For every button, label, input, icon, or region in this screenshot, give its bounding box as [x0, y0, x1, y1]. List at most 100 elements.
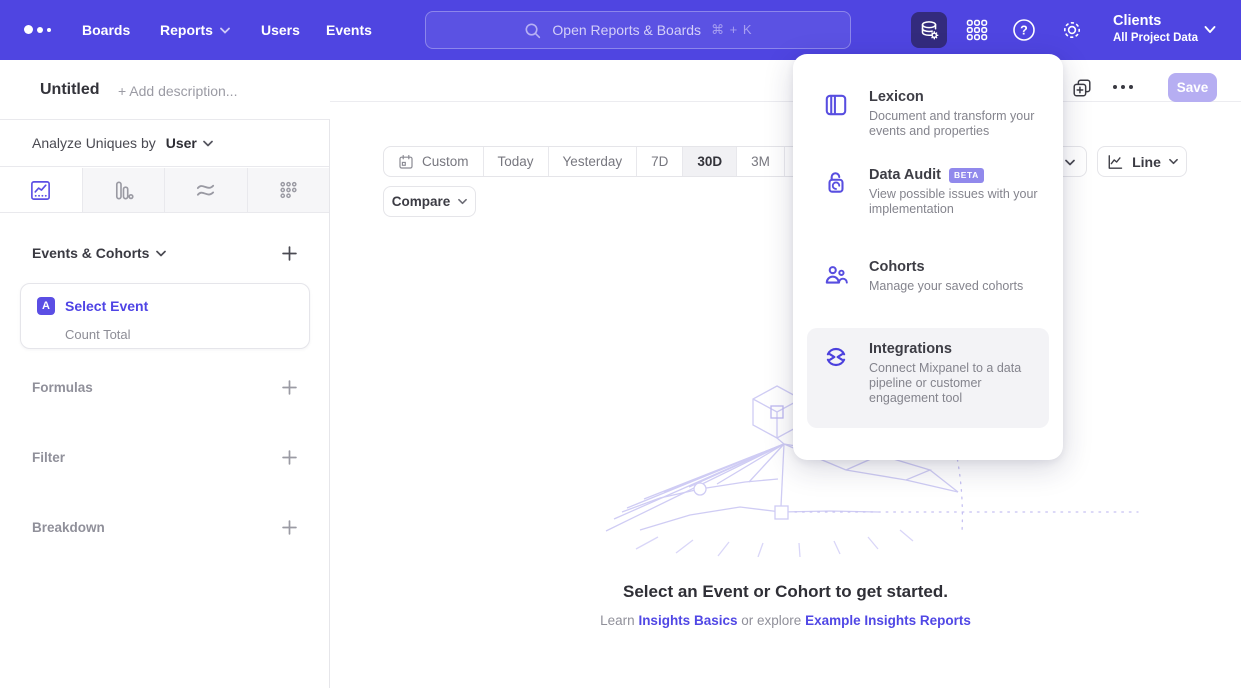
plus-icon — [282, 520, 297, 535]
menu-item-lexicon[interactable]: Lexicon Document and transform your even… — [807, 76, 1049, 154]
range-7d[interactable]: 7D — [637, 147, 683, 176]
nav-users[interactable]: Users — [261, 0, 300, 60]
tab-metric-grid[interactable] — [247, 168, 330, 212]
chevron-down-icon — [156, 250, 166, 257]
report-title[interactable]: Untitled — [40, 81, 100, 99]
help-button[interactable]: ? — [1006, 12, 1042, 48]
report-description-placeholder[interactable]: + Add description... — [118, 83, 237, 99]
tab-insights-line[interactable] — [0, 168, 82, 212]
date-range-control: Custom Today Yesterday 7D 30D 3M 6M — [383, 146, 833, 177]
bar-chart-icon — [112, 179, 135, 202]
project-name: Clients — [1113, 13, 1198, 29]
chevron-down-icon — [220, 27, 230, 34]
add-formula-button[interactable] — [280, 378, 298, 396]
event-card[interactable]: A Select Event Count Total — [20, 283, 310, 349]
menu-item-integrations[interactable]: Integrations Connect Mixpanel to a data … — [807, 328, 1049, 428]
data-audit-icon — [823, 170, 849, 196]
range-today[interactable]: Today — [484, 147, 549, 176]
add-breakdown-button[interactable] — [280, 518, 298, 536]
events-cohorts-text: Events & Cohorts — [32, 245, 149, 261]
empty-state-links: Learn Insights Basics or explore Example… — [330, 613, 1241, 628]
top-nav: Boards Reports Users Events Open Reports… — [0, 0, 1241, 60]
apps-grid-button[interactable] — [959, 12, 995, 48]
plus-icon — [282, 450, 297, 465]
range-3m[interactable]: 3M — [737, 147, 785, 176]
range-yesterday[interactable]: Yesterday — [549, 147, 638, 176]
project-selector[interactable]: Clients All Project Data — [1113, 13, 1198, 44]
events-cohorts-label[interactable]: Events & Cohorts — [32, 245, 166, 261]
header-divider — [330, 101, 1241, 102]
duplicate-icon[interactable] — [1071, 77, 1093, 99]
beta-badge: BETA — [949, 168, 984, 183]
range-30d[interactable]: 30D — [683, 147, 737, 176]
grid-dots-icon — [277, 179, 300, 202]
filter-row: Filter — [32, 448, 298, 466]
calendar-icon — [398, 154, 414, 170]
lexicon-title: Lexicon — [869, 89, 924, 105]
analyze-label: Analyze Uniques by — [32, 135, 156, 151]
cohorts-icon — [823, 262, 849, 288]
menu-item-text: Data Audit BETA View possible issues wit… — [869, 167, 1051, 217]
menu-item-cohorts[interactable]: Cohorts Manage your saved cohorts — [807, 246, 1049, 328]
search-input[interactable]: Open Reports & Boards ⌘ + K — [425, 11, 851, 49]
insights-basics-link[interactable]: Insights Basics — [638, 613, 737, 628]
empty-state-prefix: Learn — [600, 613, 635, 628]
range-custom-label: Custom — [422, 154, 469, 169]
settings-button[interactable] — [1054, 12, 1090, 48]
integrations-title: Integrations — [869, 341, 952, 357]
menu-item-data-audit[interactable]: Data Audit BETA View possible issues wit… — [807, 154, 1049, 246]
help-icon: ? — [1012, 18, 1036, 42]
data-management-button[interactable] — [911, 12, 947, 48]
nav-boards[interactable]: Boards — [82, 0, 130, 60]
more-options-button[interactable] — [1113, 85, 1133, 89]
project-scope: All Project Data — [1113, 32, 1198, 44]
analyze-by-dropdown[interactable]: User — [166, 135, 213, 151]
event-aggregation-label[interactable]: Count Total — [65, 327, 131, 342]
lexicon-icon — [823, 92, 849, 118]
nav-reports-label: Reports — [160, 0, 213, 60]
formulas-label: Formulas — [32, 380, 93, 395]
search-shortcut: ⌘ + K — [711, 22, 753, 38]
svg-text:?: ? — [1020, 23, 1028, 37]
project-chevron-icon[interactable] — [1204, 25, 1216, 34]
chevron-down-icon — [1169, 158, 1178, 165]
search-icon — [523, 21, 542, 40]
chart-type-tabs — [0, 168, 329, 213]
analyze-row: Analyze Uniques by User — [0, 120, 329, 167]
cohorts-title: Cohorts — [869, 259, 925, 275]
chart-style-dropdown[interactable]: Line — [1097, 146, 1187, 177]
line-style-icon — [1106, 153, 1124, 171]
formulas-row: Formulas — [32, 378, 298, 396]
tab-bar-chart[interactable] — [82, 168, 165, 212]
chart-style-label: Line — [1132, 154, 1161, 170]
plus-icon — [282, 246, 297, 261]
example-reports-link[interactable]: Example Insights Reports — [805, 613, 971, 628]
add-filter-button[interactable] — [280, 448, 298, 466]
range-custom[interactable]: Custom — [384, 147, 484, 176]
data-audit-description: View possible issues with your implement… — [869, 187, 1051, 217]
filter-label: Filter — [32, 450, 65, 465]
tab-flow-chart[interactable] — [164, 168, 247, 212]
database-gear-icon — [918, 19, 941, 42]
compare-label: Compare — [392, 194, 451, 209]
add-event-button[interactable] — [280, 244, 298, 262]
line-chart-icon — [29, 179, 52, 202]
save-button[interactable]: Save — [1168, 73, 1217, 102]
grid-icon — [965, 18, 989, 42]
select-event-label[interactable]: Select Event — [65, 298, 148, 314]
nav-events[interactable]: Events — [326, 0, 372, 60]
menu-item-text: Integrations Connect Mixpanel to a data … — [869, 341, 1051, 406]
data-management-menu: Lexicon Document and transform your even… — [793, 54, 1063, 460]
chevron-down-icon — [1065, 159, 1075, 166]
chevron-down-icon — [458, 198, 467, 205]
analyze-by-value: User — [166, 135, 197, 151]
mixpanel-logo[interactable] — [24, 25, 51, 34]
nav-reports[interactable]: Reports — [160, 0, 230, 60]
cohorts-description: Manage your saved cohorts — [869, 279, 1051, 294]
compare-dropdown[interactable]: Compare — [383, 186, 476, 217]
flow-icon — [194, 179, 217, 202]
menu-item-text: Lexicon Document and transform your even… — [869, 89, 1051, 139]
data-audit-title: Data Audit — [869, 167, 941, 183]
breakdown-label: Breakdown — [32, 520, 105, 535]
chevron-down-icon — [203, 140, 213, 147]
